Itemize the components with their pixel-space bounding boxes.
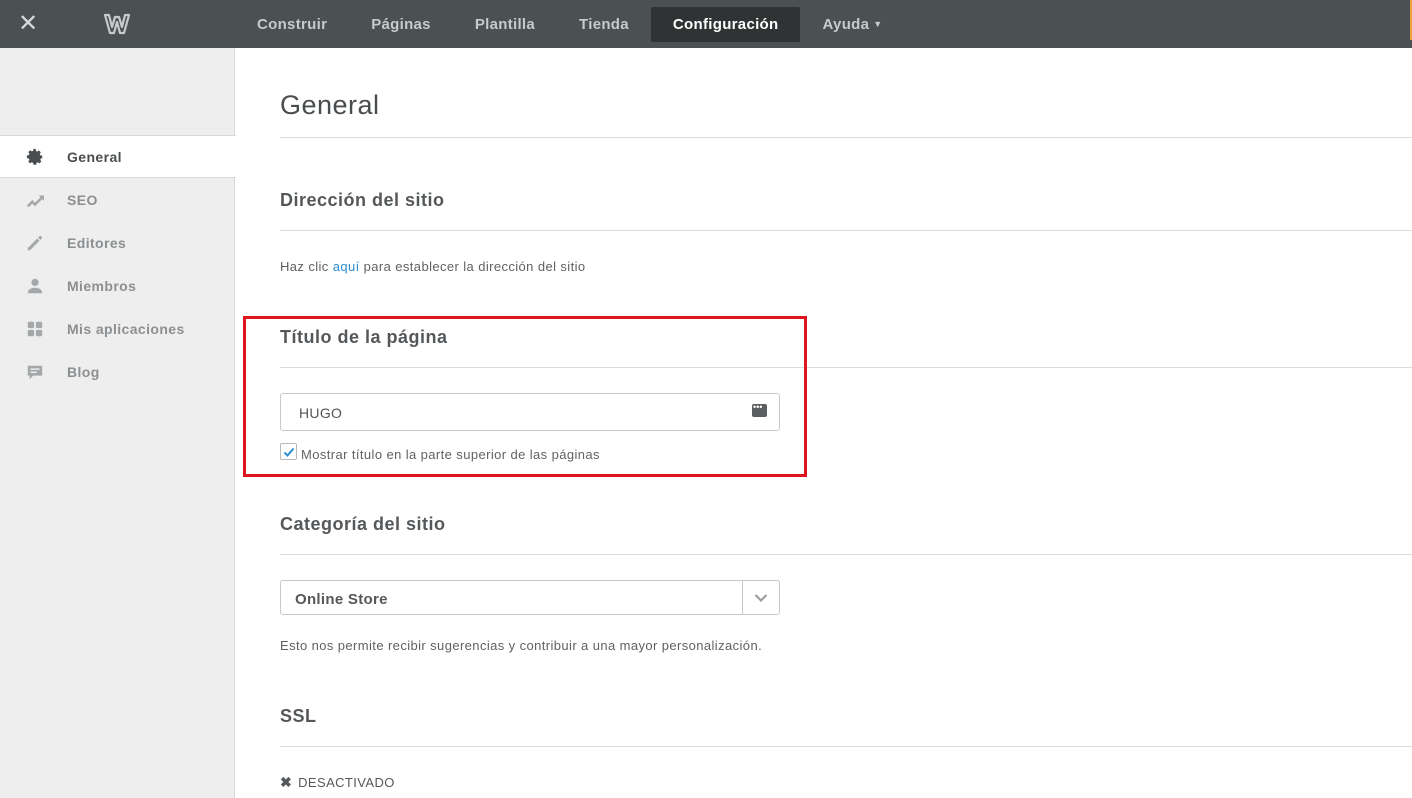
sidebar-item-seo[interactable]: SEO — [0, 178, 235, 221]
nav-label: Ayuda — [822, 15, 870, 33]
trend-icon — [25, 190, 45, 210]
divider — [280, 137, 1412, 138]
sidebar-item-label: Mis aplicaciones — [67, 320, 185, 337]
sidebar-item-blog[interactable]: Blog — [0, 350, 235, 393]
divider — [280, 554, 1412, 555]
sidebar-item-editores[interactable]: Editores — [0, 221, 235, 264]
main-nav: Construir Páginas Plantilla Tienda Confi… — [235, 0, 905, 48]
nav-configuracion[interactable]: Configuración — [650, 6, 801, 42]
nav-tienda[interactable]: Tienda — [557, 7, 651, 42]
sidebar-item-mis-aplicaciones[interactable]: Mis aplicaciones — [0, 307, 235, 350]
apps-grid-icon — [25, 319, 45, 339]
caret-down-icon: ▼ — [873, 19, 883, 29]
section-title-site-address: Dirección del sitio — [280, 190, 445, 210]
ssl-status-label: DESACTIVADO — [298, 775, 395, 790]
person-icon — [25, 276, 45, 296]
nav-label: Configuración — [672, 15, 779, 33]
close-icon[interactable]: ✕ — [17, 12, 39, 36]
sidebar-list: General SEO Editores Miembros Mis aplica… — [0, 135, 236, 393]
sidebar-item-label: Blog — [67, 363, 100, 380]
site-category-help: Esto nos permite recibir sugerencias y c… — [280, 638, 763, 653]
nav-construir[interactable]: Construir — [235, 7, 349, 42]
highlight-box — [243, 316, 807, 477]
page-title: General — [280, 90, 380, 120]
nav-ayuda[interactable]: Ayuda ▼ — [800, 7, 904, 42]
sidebar-item-label: General — [67, 148, 122, 165]
section-title-ssl: SSL — [280, 706, 317, 726]
nav-plantilla[interactable]: Plantilla — [453, 7, 557, 42]
nav-label: Plantilla — [474, 15, 536, 33]
site-category-select[interactable]: Online Store — [280, 580, 780, 615]
sidebar-item-general[interactable]: General — [0, 135, 236, 178]
divider — [280, 746, 1412, 747]
nav-paginas[interactable]: Páginas — [349, 7, 453, 42]
section-title-site-category: Categoría del sitio — [280, 514, 446, 534]
top-bar: ✕ Construir Páginas Plantilla Tienda Con… — [0, 0, 1412, 48]
sidebar-item-label: SEO — [67, 191, 98, 208]
comment-icon — [25, 362, 45, 382]
sidebar-item-label: Editores — [67, 234, 127, 251]
nav-label: Tienda — [579, 15, 629, 33]
x-icon: ✖ — [280, 774, 293, 790]
nav-label: Páginas — [371, 15, 431, 33]
ssl-status: ✖ DESACTIVADO — [280, 774, 395, 791]
pencil-icon — [25, 233, 45, 253]
site-address-link[interactable]: aquí — [333, 259, 360, 274]
sidebar-item-label: Miembros — [67, 277, 137, 294]
site-address-text-before: Haz clic — [280, 259, 333, 274]
sidebar: General SEO Editores Miembros Mis aplica… — [0, 48, 236, 798]
site-address-text: Haz clic aquí para establecer la direcci… — [280, 259, 586, 274]
nav-label: Construir — [257, 15, 328, 33]
gear-icon — [25, 147, 45, 167]
site-address-text-after: para establecer la dirección del sitio — [359, 259, 586, 274]
sidebar-item-miembros[interactable]: Miembros — [0, 264, 235, 307]
site-category-selected: Online Store — [295, 591, 388, 608]
divider — [280, 230, 1412, 231]
chevron-down-icon[interactable] — [742, 581, 779, 614]
weebly-logo-icon[interactable] — [103, 12, 131, 36]
